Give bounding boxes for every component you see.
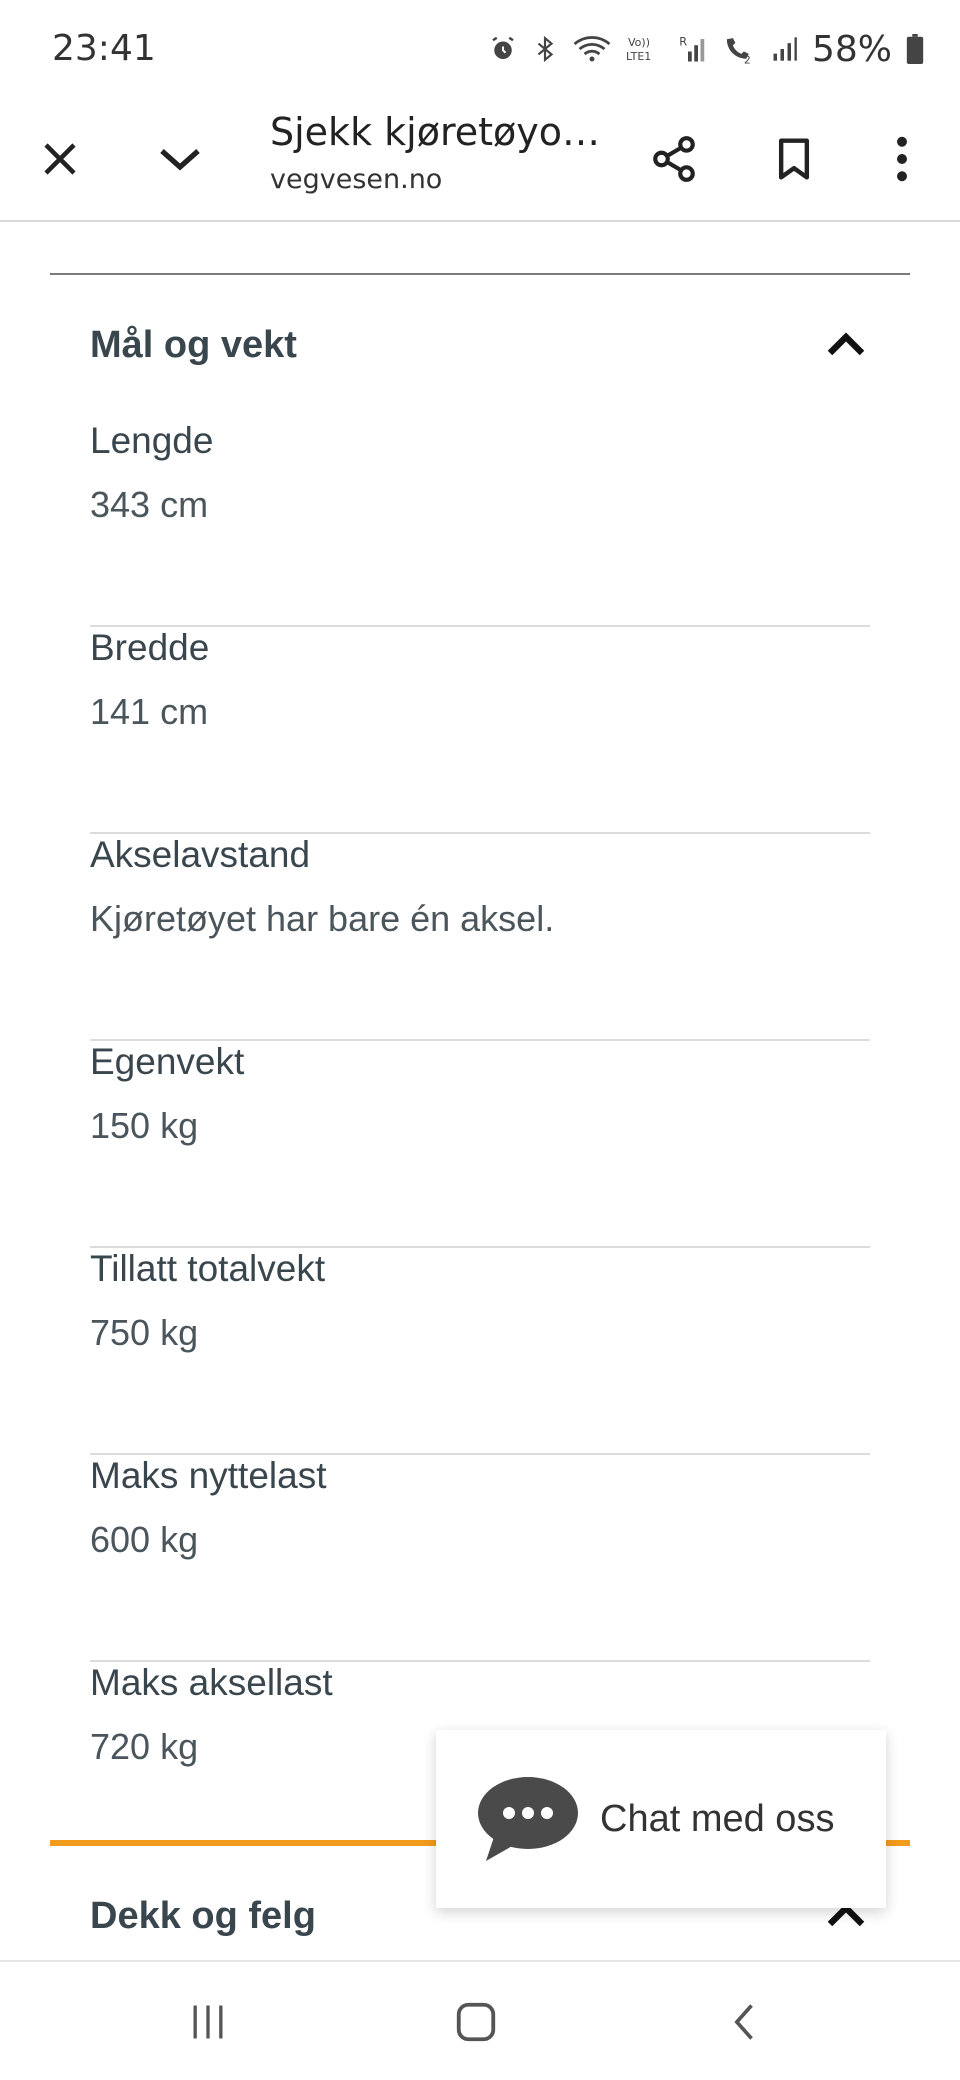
page-title: Sjekk kjøretøyopplysninger [270,110,610,154]
spec-item-curb-weight: Egenvekt 150 kg [90,1041,870,1248]
spec-value: 141 cm [90,691,209,732]
page-url: vegvesen.no [270,164,443,195]
chat-label: Chat med oss [600,1797,835,1840]
spec-label: Tillatt totalvekt [90,1248,326,1289]
bookmark-icon [778,138,810,180]
recent-apps-icon [193,2005,223,2039]
battery-text: 58% [811,28,892,70]
status-icons: Vo)) LTE1 R 2 58% [488,24,924,74]
back-icon [734,2004,753,2040]
bluetooth-icon [537,35,554,63]
close-icon [44,143,76,175]
spec-value: 343 cm [90,484,209,525]
svg-text:LTE1: LTE1 [626,50,651,63]
wifi-icon [573,36,611,62]
chevron-up-icon [827,332,865,356]
back-button[interactable] [696,1980,796,2064]
section-title: Mål og vekt [90,324,297,366]
call-icon: 2 [726,38,751,64]
system-nav-bar [0,1960,960,2080]
chat-bubble-icon [478,1777,578,1861]
spec-label: Egenvekt [90,1041,245,1082]
spec-list: Lengde 343 cm Bredde 141 cm Akselavstand… [90,420,870,1869]
spec-value: 750 kg [90,1312,199,1353]
spec-label: Akselavstand [90,834,311,875]
volte-icon: Vo))LTE1 [626,36,651,63]
svg-text:Vo)): Vo)) [628,36,650,49]
spec-item-payload: Maks nyttelast 600 kg [90,1455,870,1662]
spec-item-total-weight: Tillatt totalvekt 750 kg [90,1248,870,1455]
bookmark-button[interactable] [754,119,834,199]
status-bar: 23:41 Vo)) LTE1 R 2 58% [0,0,960,96]
more-options-button[interactable] [862,119,942,199]
signal-icon: R [679,35,705,62]
status-time: 23:41 [52,28,156,69]
spec-value: 600 kg [90,1519,199,1560]
more-vert-icon [897,136,907,182]
spec-label: Maks nyttelast [90,1455,327,1496]
spec-value: Kjøretøyet har bare én aksel. [90,898,555,939]
battery-icon [906,34,924,64]
close-button[interactable] [20,119,100,199]
section-header-dimensions[interactable]: Mål og vekt [90,315,870,375]
custom-tab-toolbar: Sjekk kjøretøyopplysninger vegvesen.no [0,96,960,222]
spec-item-length: Lengde 343 cm [90,420,870,627]
spec-label: Lengde [90,420,214,461]
svg-text:2: 2 [744,54,751,64]
minimize-button[interactable] [140,119,220,199]
svg-text:R: R [679,35,687,48]
spec-label: Maks aksellast [90,1662,333,1703]
signal-2-icon [773,37,797,61]
alarm-icon [492,36,514,59]
share-icon [653,136,695,182]
spec-label: Bredde [90,627,210,668]
home-button[interactable] [426,1980,526,2064]
share-button[interactable] [634,119,714,199]
spec-item-width: Bredde 141 cm [90,627,870,834]
home-icon [456,2002,496,2042]
section-divider [50,273,910,275]
chat-button[interactable]: Chat med oss [436,1730,886,1908]
spec-value: 150 kg [90,1105,199,1146]
chevron-down-icon [160,149,200,171]
spec-value: 720 kg [90,1726,199,1767]
spec-item-axle-distance: Akselavstand Kjøretøyet har bare én akse… [90,834,870,1041]
recent-apps-button[interactable] [158,1980,258,2064]
